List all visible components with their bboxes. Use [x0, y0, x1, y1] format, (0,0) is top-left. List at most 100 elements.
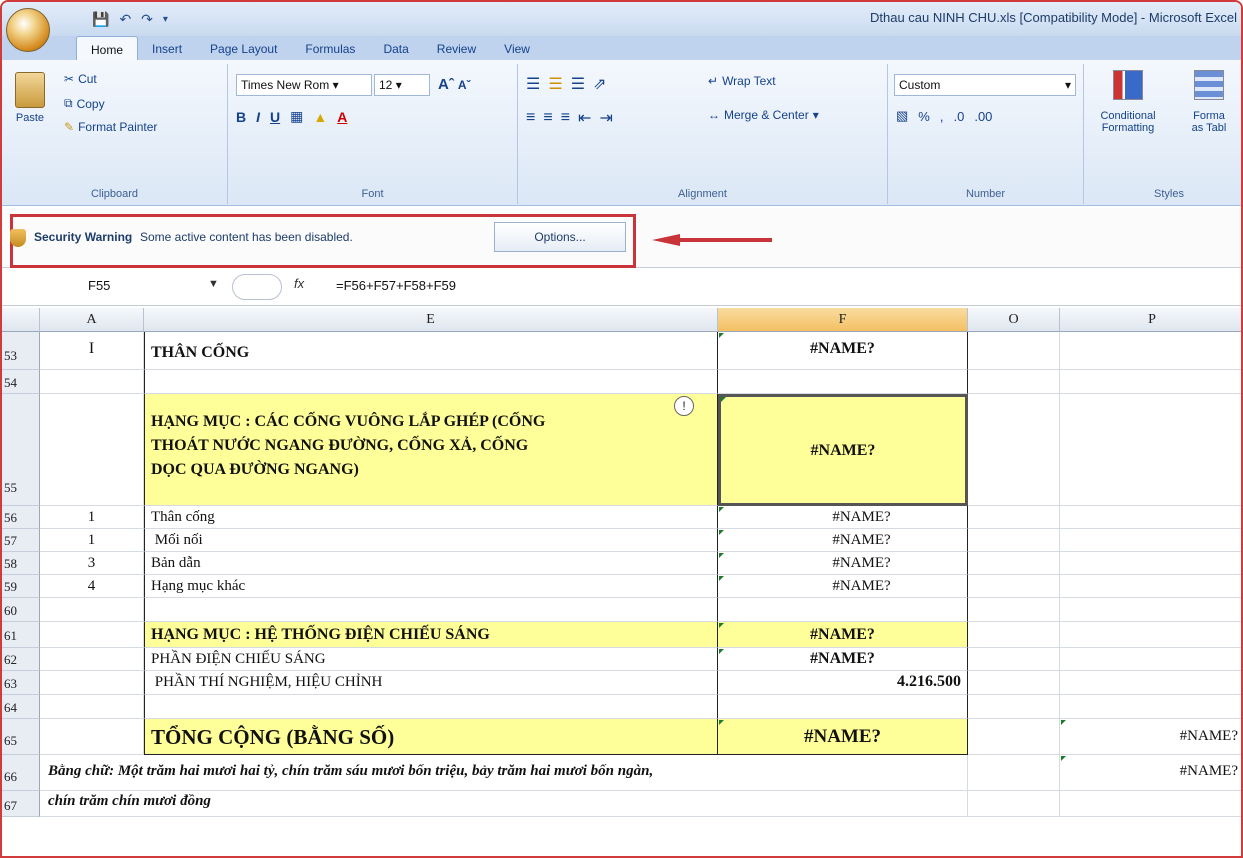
cell-f57[interactable]: #NAME?: [718, 529, 968, 552]
row-header-56[interactable]: 56: [2, 506, 40, 529]
cell-a60[interactable]: [40, 598, 144, 622]
currency-icon[interactable]: ▧: [896, 108, 908, 124]
cell-e63[interactable]: PHẦN THÍ NGHIỆM, HIỆU CHỈNH: [144, 671, 718, 695]
align-left-icon[interactable]: ≡: [526, 109, 535, 127]
column-header-e[interactable]: E: [144, 308, 718, 332]
bold-button[interactable]: B: [236, 109, 246, 125]
copy-button[interactable]: ⧉ Copy: [64, 96, 105, 111]
wrap-text-button[interactable]: ↵ Wrap Text: [708, 74, 776, 88]
cell-e64[interactable]: [144, 695, 718, 719]
row-header-61[interactable]: 61: [2, 622, 40, 648]
smart-tag-icon[interactable]: !: [674, 396, 694, 416]
conditional-formatting-button[interactable]: Conditional Formatting: [1088, 70, 1168, 134]
align-top-icon[interactable]: ☰: [526, 74, 540, 94]
cell-a59[interactable]: 4: [40, 575, 144, 598]
cell-a65[interactable]: [40, 719, 144, 755]
cell-o67[interactable]: [968, 791, 1060, 817]
cell-o57[interactable]: [968, 529, 1060, 552]
cell-o65[interactable]: [968, 719, 1060, 755]
number-format-select[interactable]: Custom ▾: [894, 74, 1076, 96]
cell-a66-text[interactable]: Bằng chữ: Một trăm hai mươi hai tỷ, chín…: [40, 755, 968, 791]
cell-e60[interactable]: [144, 598, 718, 622]
cell-f62[interactable]: #NAME?: [718, 648, 968, 671]
cell-a57[interactable]: 1: [40, 529, 144, 552]
formula-input[interactable]: =F56+F57+F58+F59: [336, 278, 456, 293]
cell-f64[interactable]: [718, 695, 968, 719]
tab-formulas[interactable]: Formulas: [291, 36, 369, 60]
name-box[interactable]: F55: [88, 278, 110, 293]
cell-e53[interactable]: THÂN CỐNG: [144, 332, 718, 370]
undo-icon[interactable]: ↶: [119, 11, 131, 28]
cell-e54[interactable]: [144, 370, 718, 394]
orientation-icon[interactable]: ⇗: [593, 74, 606, 94]
cell-e65[interactable]: TỔNG CỘNG (BẰNG SỐ): [144, 719, 718, 755]
paste-button[interactable]: Paste: [8, 72, 52, 124]
tab-insert[interactable]: Insert: [138, 36, 196, 60]
cell-a61[interactable]: [40, 622, 144, 648]
select-all-corner[interactable]: [2, 308, 40, 332]
cell-f61[interactable]: #NAME?: [718, 622, 968, 648]
cell-f56[interactable]: #NAME?: [718, 506, 968, 529]
row-header-53[interactable]: 53: [2, 332, 40, 370]
row-header-58[interactable]: 58: [2, 552, 40, 575]
cell-p63[interactable]: [1060, 671, 1241, 695]
decrease-indent-icon[interactable]: ⇤: [578, 108, 591, 128]
cell-p61[interactable]: [1060, 622, 1241, 648]
italic-button[interactable]: I: [256, 109, 260, 125]
options-button[interactable]: Options...: [494, 222, 626, 252]
insert-function-icon[interactable]: fx: [294, 276, 304, 291]
cell-e58[interactable]: Bản dẫn: [144, 552, 718, 575]
cell-p60[interactable]: [1060, 598, 1241, 622]
cell-a55[interactable]: [40, 394, 144, 506]
cell-e62[interactable]: PHẦN ĐIỆN CHIẾU SÁNG: [144, 648, 718, 671]
tab-view[interactable]: View: [490, 36, 544, 60]
decrease-decimal-icon[interactable]: .00: [974, 109, 992, 124]
cell-o59[interactable]: [968, 575, 1060, 598]
align-right-icon[interactable]: ≡: [561, 109, 570, 127]
tab-page-layout[interactable]: Page Layout: [196, 36, 291, 60]
tab-data[interactable]: Data: [369, 36, 422, 60]
align-middle-icon[interactable]: ☰: [548, 74, 562, 94]
cell-o55[interactable]: [968, 394, 1060, 506]
row-header-62[interactable]: 62: [2, 648, 40, 671]
save-icon[interactable]: 💾: [92, 11, 109, 28]
cell-e57[interactable]: Mối nối: [144, 529, 718, 552]
cell-o62[interactable]: [968, 648, 1060, 671]
font-name-select[interactable]: Times New Rom ▾: [236, 74, 372, 96]
shrink-font-icon[interactable]: Aˇ: [458, 78, 471, 92]
row-header-57[interactable]: 57: [2, 529, 40, 552]
name-box-dropdown-icon[interactable]: ▼: [208, 278, 219, 290]
cell-f63[interactable]: 4.216.500: [718, 671, 968, 695]
cell-o64[interactable]: [968, 695, 1060, 719]
cell-a62[interactable]: [40, 648, 144, 671]
cell-o63[interactable]: [968, 671, 1060, 695]
cell-a64[interactable]: [40, 695, 144, 719]
row-header-59[interactable]: 59: [2, 575, 40, 598]
tab-home[interactable]: Home: [76, 36, 139, 60]
customize-qat-icon[interactable]: ▾: [163, 14, 168, 25]
cell-a67-text[interactable]: chín trăm chín mươi đồng: [40, 791, 968, 817]
align-center-icon[interactable]: ≡: [543, 109, 552, 127]
row-header-60[interactable]: 60: [2, 598, 40, 622]
borders-icon[interactable]: ▦: [290, 108, 303, 125]
cell-f53[interactable]: #NAME?: [718, 332, 968, 370]
cell-p53[interactable]: [1060, 332, 1241, 370]
cell-a58[interactable]: 3: [40, 552, 144, 575]
cell-o56[interactable]: [968, 506, 1060, 529]
cell-p67[interactable]: [1060, 791, 1241, 817]
row-header-64[interactable]: 64: [2, 695, 40, 719]
cell-p56[interactable]: [1060, 506, 1241, 529]
increase-decimal-icon[interactable]: .0: [953, 109, 964, 124]
cell-o53[interactable]: [968, 332, 1060, 370]
cell-f58[interactable]: #NAME?: [718, 552, 968, 575]
cell-p58[interactable]: [1060, 552, 1241, 575]
redo-icon[interactable]: ↷: [141, 11, 153, 28]
cell-f55-selected[interactable]: #NAME?: [718, 394, 968, 506]
tab-review[interactable]: Review: [423, 36, 490, 60]
cell-o58[interactable]: [968, 552, 1060, 575]
cell-o60[interactable]: [968, 598, 1060, 622]
cell-a54[interactable]: [40, 370, 144, 394]
cell-p64[interactable]: [1060, 695, 1241, 719]
column-header-o[interactable]: O: [968, 308, 1060, 332]
underline-button[interactable]: U: [270, 109, 280, 125]
